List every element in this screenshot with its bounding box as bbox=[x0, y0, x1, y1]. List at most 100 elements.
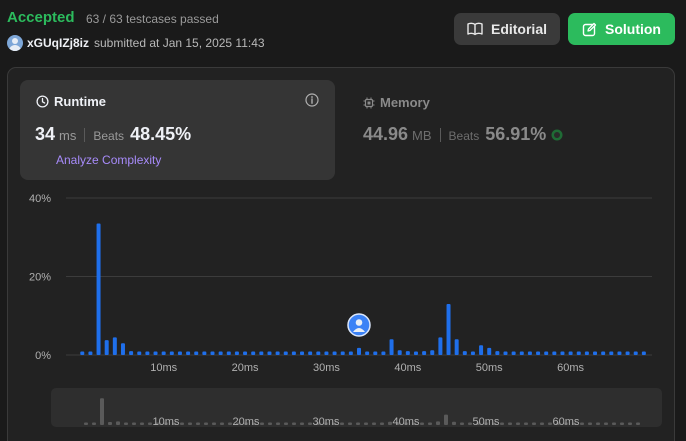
chart-bar[interactable] bbox=[218, 351, 223, 355]
chart-bar[interactable] bbox=[446, 303, 451, 355]
chart-bar[interactable] bbox=[153, 351, 158, 355]
chart-bar[interactable] bbox=[625, 351, 630, 355]
mini-bar bbox=[540, 422, 544, 425]
mini-bar bbox=[380, 422, 384, 425]
chart-bar[interactable] bbox=[470, 351, 475, 355]
chart-bar[interactable] bbox=[519, 351, 524, 355]
chart-bar[interactable] bbox=[202, 351, 207, 355]
chart-bar[interactable] bbox=[145, 351, 150, 355]
chart-bar[interactable] bbox=[300, 351, 305, 355]
mini-bar bbox=[92, 422, 96, 425]
chart-bar[interactable] bbox=[422, 351, 427, 355]
info-icon[interactable] bbox=[305, 93, 319, 107]
memory-tab[interactable]: Memory bbox=[363, 95, 430, 110]
chart-bar[interactable] bbox=[527, 351, 532, 355]
mini-bar bbox=[180, 422, 184, 425]
memory-title-label: Memory bbox=[380, 95, 430, 110]
chart-bar[interactable] bbox=[210, 351, 215, 355]
chart-bar[interactable] bbox=[593, 351, 598, 355]
mini-bar bbox=[228, 422, 232, 425]
chart-bar[interactable] bbox=[129, 351, 134, 355]
chart-bar[interactable] bbox=[641, 351, 646, 355]
chart-bar[interactable] bbox=[120, 343, 125, 355]
x-tick-label: 60ms bbox=[557, 362, 584, 374]
chart-bar[interactable] bbox=[633, 351, 638, 355]
mini-bar bbox=[204, 422, 208, 425]
x-tick-label: 40ms bbox=[394, 362, 421, 374]
chart-bar[interactable] bbox=[479, 345, 484, 355]
chart-bar[interactable] bbox=[552, 351, 557, 355]
chart-bar[interactable] bbox=[609, 351, 614, 355]
mini-bar bbox=[460, 422, 464, 425]
chart-bar[interactable] bbox=[438, 337, 443, 355]
chart-bar[interactable] bbox=[112, 337, 117, 355]
chart-bar[interactable] bbox=[283, 351, 288, 355]
chart-bar[interactable] bbox=[365, 351, 370, 355]
solution-button[interactable]: Solution bbox=[568, 13, 675, 45]
mini-bar bbox=[100, 398, 104, 425]
analyze-complexity-link[interactable]: Analyze Complexity bbox=[56, 153, 161, 167]
chart-bar[interactable] bbox=[186, 351, 191, 355]
chart-bar[interactable] bbox=[430, 350, 435, 355]
result-header: Accepted 63 / 63 testcases passed xGUqIZ… bbox=[0, 0, 686, 62]
chart-bar[interactable] bbox=[576, 351, 581, 355]
chart-bar[interactable] bbox=[267, 351, 272, 355]
chart-bar[interactable] bbox=[568, 351, 573, 355]
chart-bar[interactable] bbox=[397, 350, 402, 355]
chart-bar[interactable] bbox=[104, 340, 109, 355]
mini-bar bbox=[620, 422, 624, 425]
chart-bar[interactable] bbox=[381, 351, 386, 355]
chart-bar[interactable] bbox=[487, 347, 492, 355]
chart-bar[interactable] bbox=[251, 351, 256, 355]
chart-bar[interactable] bbox=[454, 339, 459, 355]
mini-x-tick-label: 50ms bbox=[473, 416, 500, 428]
username-link[interactable]: xGUqIZj8iz bbox=[27, 36, 89, 50]
chart-bar[interactable] bbox=[169, 351, 174, 355]
chart-bar[interactable] bbox=[357, 347, 361, 355]
runtime-distribution-chart[interactable]: 40% 20% 0% 10ms 20ms 30ms 40ms 50ms 60ms bbox=[0, 185, 686, 380]
chart-bar[interactable] bbox=[194, 351, 199, 355]
range-overview-chart[interactable]: 10ms 20ms 30ms 40ms 50ms 60ms bbox=[0, 388, 686, 428]
chart-bar[interactable] bbox=[495, 351, 500, 355]
chart-bar[interactable] bbox=[560, 351, 565, 355]
chart-bar[interactable] bbox=[259, 351, 264, 355]
chart-bar[interactable] bbox=[137, 351, 142, 355]
chart-bar[interactable] bbox=[544, 351, 549, 355]
mini-bar bbox=[132, 422, 136, 425]
memory-metric: 44.96 MB Beats 56.91% bbox=[363, 124, 564, 145]
editorial-button[interactable]: Editorial bbox=[454, 13, 560, 45]
chart-bar[interactable] bbox=[413, 351, 418, 355]
chart-bar[interactable] bbox=[601, 351, 606, 355]
chart-bar[interactable] bbox=[291, 351, 296, 355]
chart-bar[interactable] bbox=[536, 351, 541, 355]
chart-bar[interactable] bbox=[177, 351, 182, 355]
mini-bar bbox=[140, 422, 144, 425]
chart-bar[interactable] bbox=[348, 351, 353, 355]
chart-bar[interactable] bbox=[161, 351, 166, 355]
chart-bar[interactable] bbox=[88, 351, 93, 355]
chart-bar[interactable] bbox=[389, 339, 394, 355]
chart-bar[interactable] bbox=[511, 351, 516, 355]
mini-bar bbox=[340, 422, 344, 425]
chart-bar[interactable] bbox=[80, 351, 85, 355]
chart-bar[interactable] bbox=[308, 351, 313, 355]
chart-bar[interactable] bbox=[332, 351, 337, 355]
chart-bar[interactable] bbox=[584, 351, 589, 355]
testcases-passed: 63 / 63 testcases passed bbox=[86, 12, 219, 26]
chart-bar[interactable] bbox=[243, 351, 248, 355]
chart-bar[interactable] bbox=[96, 223, 101, 355]
chart-bar[interactable] bbox=[275, 351, 280, 355]
chart-bar[interactable] bbox=[405, 351, 410, 355]
your-submission-marker[interactable] bbox=[347, 313, 371, 337]
chart-bar[interactable] bbox=[340, 351, 345, 355]
chart-bar[interactable] bbox=[617, 351, 622, 355]
chart-bar[interactable] bbox=[503, 351, 508, 355]
runtime-panel[interactable]: Runtime 34 ms Beats 48.45% Analyze Compl… bbox=[20, 80, 335, 180]
avatar[interactable] bbox=[7, 35, 23, 51]
chart-bar[interactable] bbox=[373, 351, 378, 355]
chart-bar[interactable] bbox=[316, 351, 321, 355]
chart-bar[interactable] bbox=[234, 351, 239, 355]
chart-bar[interactable] bbox=[226, 351, 231, 355]
chart-bar[interactable] bbox=[462, 351, 467, 355]
chart-bar[interactable] bbox=[324, 351, 329, 355]
